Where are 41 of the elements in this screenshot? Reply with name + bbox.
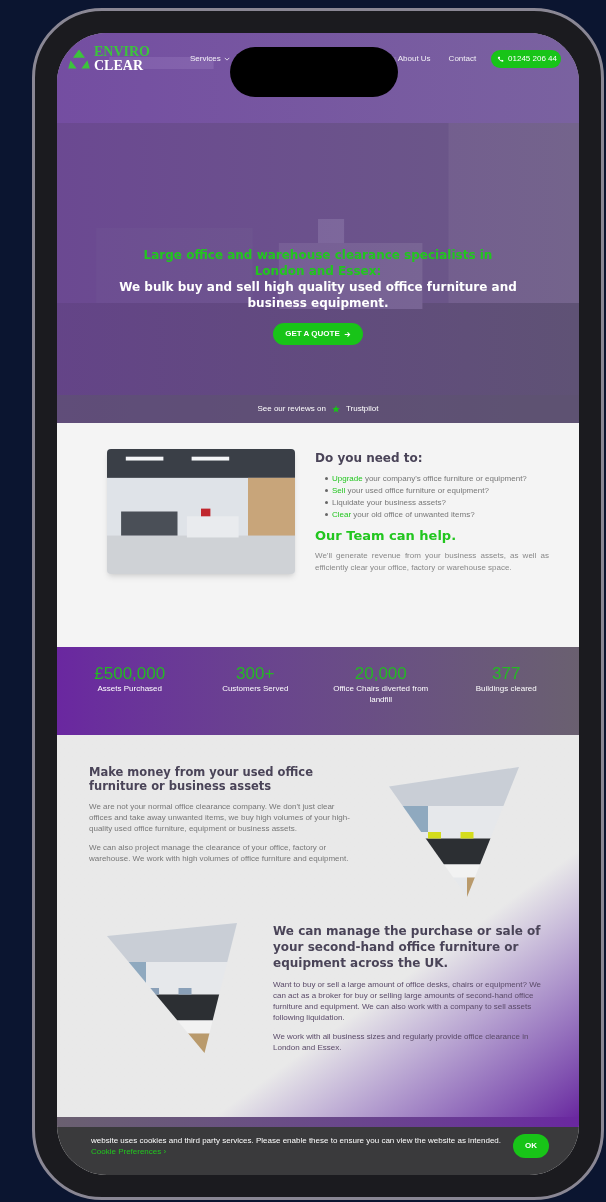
cookie-preferences-link[interactable]: Cookie Preferences › [91, 1147, 167, 1156]
paragraph: We are not your normal office clearance company. We don't just clear offices and take away unwanted items, we buy high volumes of your high-quality used office furniture, equipment or business assets. [89, 801, 351, 834]
arrow-icon [343, 330, 351, 338]
stat-value: 20,000 [354, 665, 407, 683]
bullet-icon [325, 501, 328, 504]
cookie-text: website uses cookies and third party services. Please enable these to ensure you can view the website as intended. Cookie Preferences › [91, 1135, 502, 1157]
nav-link[interactable]: Services [190, 53, 230, 65]
reviews-text: See our reviews on [257, 403, 326, 415]
section-title: Make money from your used office furniture or business assets [89, 765, 314, 793]
nav-link[interactable]: About Us [397, 53, 431, 65]
hero-headline: Large office and warehouse clearance specialists in London and Essex: [142, 247, 494, 279]
stat-value: 300+ [236, 665, 275, 683]
paragraph: We can also project manage the clearance of your office, factory or warehouse. We work with high volumes of office furniture and equipment. [89, 842, 350, 864]
bullet-icon [325, 477, 328, 480]
stat-label: Customers Served [221, 683, 290, 694]
nav-link[interactable]: Contact [448, 53, 477, 65]
caret-icon [223, 57, 230, 61]
star-icon [331, 405, 340, 413]
list-item: Liquidate your business assets? [332, 497, 446, 508]
stat-label: Buildings cleared [474, 683, 538, 694]
stat-label: Office Chairs diverted from landfill [332, 683, 430, 705]
team-title: Our Team can help. [315, 527, 458, 545]
list-item: Clear your old office of unwanted items? [332, 509, 475, 520]
stat-label: Assets Purchased [96, 683, 163, 694]
list-item: Sell your used office furniture or equipment? [332, 485, 489, 496]
list-item: Upgrade your company's office furniture or equipment? [332, 473, 527, 484]
section-title: Do you need to: [315, 450, 424, 467]
stat-value: 377 [492, 665, 521, 683]
stat-value: £500,000 [94, 665, 166, 683]
paragraph: We work with all business sizes and regularly provide office clearance in London and Essex. [273, 1031, 530, 1053]
logo-text: CLEAR [94, 59, 144, 73]
phone-icon [497, 55, 505, 63]
logo-text: ENVIRO [94, 45, 150, 59]
trustpilot-link[interactable]: Trustpilot [345, 403, 379, 415]
bullet-icon [325, 513, 328, 516]
paragraph: Want to buy or sell a large amount of office desks, chairs or equipment? We can act as a broker for buy or selling large amounts of second-hand office furniture and equipment. We can also work with a company to sell assets following liquidation. [273, 979, 542, 1023]
recycle-icon [67, 47, 91, 71]
hero-subheadline: We bulk buy and sell high quality used office furniture and business equipment. [118, 279, 518, 311]
section-title: We can manage the purchase or sale of your second-hand office furniture or equipment across the UK. [273, 923, 542, 971]
bullet-icon [325, 489, 328, 492]
team-text: We'll generate revenue from your business assets, as well as efficiently clear your office, factory or warehouse space. [315, 549, 549, 574]
